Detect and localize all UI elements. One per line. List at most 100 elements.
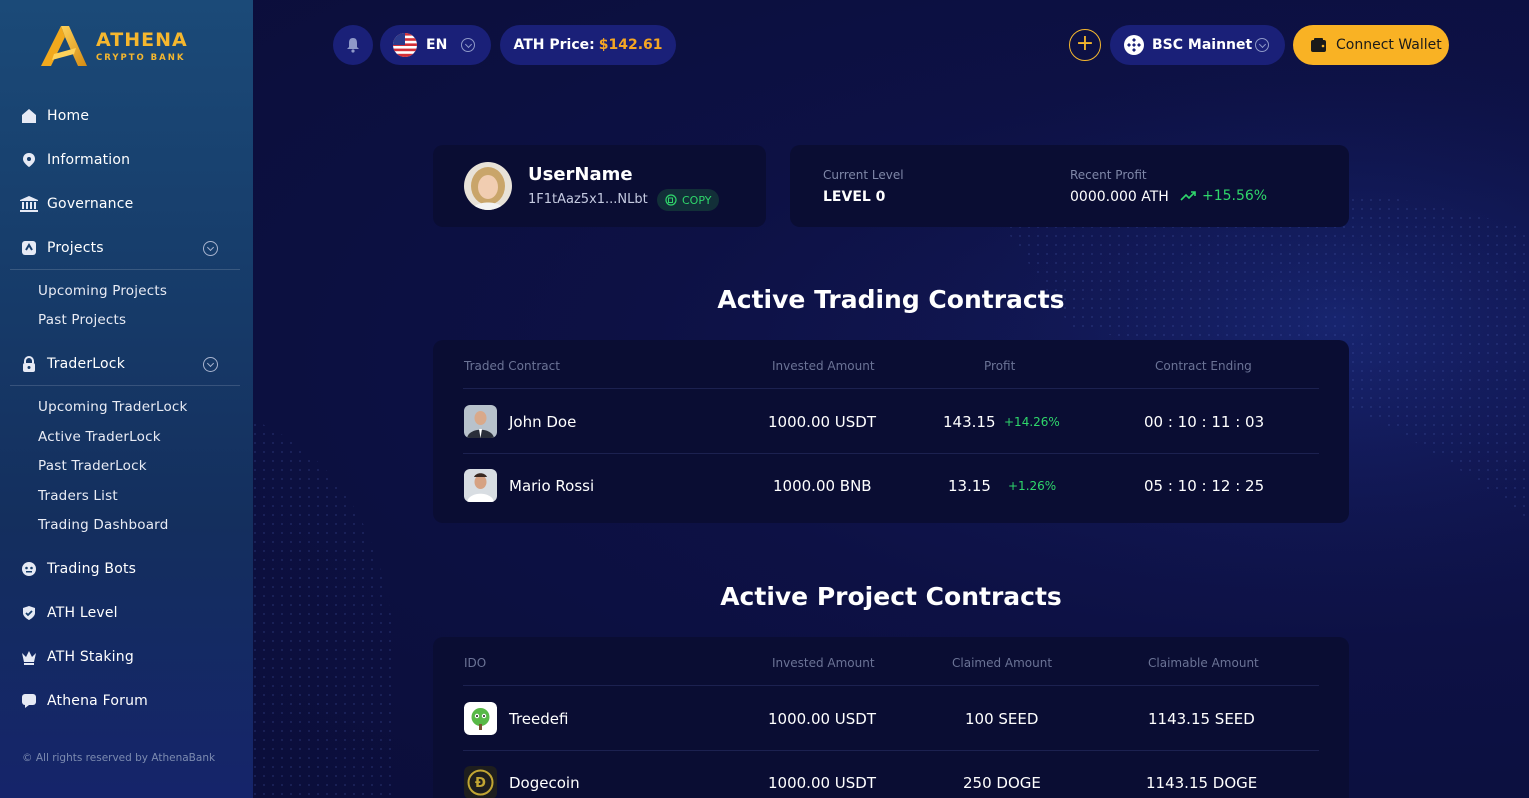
- project-name: Dogecoin: [509, 774, 580, 792]
- project-contracts-table: IDO Invested Amount Claimed Amount Claim…: [433, 637, 1349, 798]
- column-header: Invested Amount: [772, 359, 875, 373]
- divider: [463, 388, 1319, 389]
- copy-address-button[interactable]: COPY: [657, 189, 720, 211]
- copyright: © All rights reserved by AthenaBank: [22, 752, 216, 764]
- user-avatar: [464, 162, 512, 210]
- nav-label: Athena Forum: [47, 693, 148, 709]
- nav-governance[interactable]: Governance: [20, 192, 240, 216]
- column-header: Claimable Amount: [1148, 656, 1259, 670]
- profit-change-value: +15.56%: [1202, 188, 1268, 204]
- notification-button[interactable]: [333, 25, 373, 65]
- nav-home[interactable]: Home: [20, 104, 240, 128]
- chat-icon: [20, 692, 38, 710]
- athena-logo[interactable]: ATHENA CRYPTO BANK: [39, 24, 199, 70]
- trader-name: Mario Rossi: [509, 477, 595, 495]
- language-code: EN: [426, 37, 448, 53]
- level-stats-card: Current Level LEVEL 0 Recent Profit 0000…: [790, 145, 1349, 227]
- athena-logo-icon: [41, 26, 87, 66]
- nav-label: Trading Bots: [47, 561, 137, 577]
- bell-icon: [347, 38, 359, 53]
- sub-trading-dashboard[interactable]: Trading Dashboard: [38, 517, 168, 533]
- copy-label: COPY: [682, 193, 712, 207]
- invested-amount: 1000.00 USDT: [768, 710, 877, 728]
- nav-ath-level[interactable]: ATH Level: [20, 601, 240, 625]
- sub-past-projects[interactable]: Past Projects: [38, 312, 126, 328]
- profit-value: 13.15: [948, 477, 991, 495]
- divider: [463, 453, 1319, 454]
- column-header: Invested Amount: [772, 656, 875, 670]
- nav-trading-bots[interactable]: Trading Bots: [20, 557, 240, 581]
- divider: [10, 385, 240, 386]
- connect-wallet-label: Connect Wallet: [1336, 37, 1442, 53]
- recent-profit-value: 0000.000 ATH: [1070, 189, 1169, 205]
- column-header: Profit: [984, 359, 1016, 373]
- wallet-icon: [1311, 38, 1326, 52]
- chevron-down-icon: [1255, 38, 1269, 52]
- profit-change: +15.56%: [1180, 188, 1267, 204]
- chevron-down-icon[interactable]: [203, 357, 218, 372]
- nav-athena-forum[interactable]: Athena Forum: [20, 689, 240, 713]
- nav-label: ATH Level: [47, 605, 118, 621]
- ath-price-display: ATH Price: $142.61: [500, 25, 676, 65]
- main-content: EN ATH Price: $142.61 + BSC Mainnet Conn…: [253, 0, 1529, 798]
- trending-up-icon: [1180, 191, 1196, 201]
- column-header: Contract Ending: [1155, 359, 1252, 373]
- us-flag-icon: [393, 33, 417, 57]
- copy-icon: [665, 194, 677, 206]
- claimed-amount: 100 SEED: [965, 710, 1039, 728]
- info-icon: [20, 151, 38, 169]
- svg-text:Đ: Đ: [475, 776, 486, 791]
- divider: [463, 685, 1319, 686]
- column-header: Claimed Amount: [952, 656, 1053, 670]
- trading-contracts-title: Active Trading Contracts: [717, 285, 1065, 314]
- lock-icon: [20, 355, 38, 373]
- network-label: BSC Mainnet: [1152, 37, 1253, 53]
- column-header: Traded Contract: [464, 359, 560, 373]
- contract-ending: 00 : 10 : 11 : 03: [1144, 413, 1265, 431]
- brand-tagline: CRYPTO BANK: [96, 53, 186, 63]
- user-name: UserName: [528, 164, 633, 185]
- profit-percent: +1.26%: [1008, 479, 1057, 493]
- contract-ending: 05 : 10 : 12 : 25: [1144, 477, 1265, 495]
- sub-upcoming-traderlock[interactable]: Upcoming TraderLock: [38, 399, 188, 415]
- claimed-amount: 250 DOGE: [963, 774, 1041, 792]
- trader-avatar: [464, 469, 497, 502]
- nav-label: TraderLock: [47, 356, 126, 372]
- bnb-icon: [1124, 35, 1144, 55]
- chevron-down-icon[interactable]: [203, 241, 218, 256]
- home-icon: [20, 107, 38, 125]
- language-selector[interactable]: EN: [380, 25, 491, 65]
- sub-past-traderlock[interactable]: Past TraderLock: [38, 458, 147, 474]
- nav-projects[interactable]: Projects: [20, 236, 240, 260]
- sub-traders-list[interactable]: Traders List: [38, 488, 118, 504]
- nav-ath-staking[interactable]: ATH Staking: [20, 645, 240, 669]
- bot-icon: [20, 560, 38, 578]
- claimable-amount: 1143.15 DOGE: [1146, 774, 1258, 792]
- user-profile-card: UserName 1F1tAaz5x1...NLbt COPY: [433, 145, 766, 227]
- divider: [10, 269, 240, 270]
- divider: [463, 750, 1319, 751]
- trading-contracts-table: Traded Contract Invested Amount Profit C…: [433, 340, 1349, 523]
- dogecoin-logo-icon: Đ: [464, 766, 497, 798]
- current-level-label: Current Level: [823, 168, 904, 182]
- trader-avatar: [464, 405, 497, 438]
- current-level-value: LEVEL 0: [823, 189, 886, 205]
- sub-upcoming-projects[interactable]: Upcoming Projects: [38, 283, 167, 299]
- invested-amount: 1000.00 BNB: [773, 477, 872, 495]
- invested-amount: 1000.00 USDT: [768, 413, 877, 431]
- nav-traderlock[interactable]: TraderLock: [20, 352, 240, 376]
- sidebar: ATHENA CRYPTO BANK Home Information Gove…: [0, 0, 253, 798]
- network-selector[interactable]: BSC Mainnet: [1110, 25, 1285, 65]
- recent-profit-label: Recent Profit: [1070, 168, 1147, 182]
- projects-icon: [20, 239, 38, 257]
- nav-information[interactable]: Information: [20, 148, 240, 172]
- price-value: $142.61: [598, 37, 663, 53]
- price-label: ATH Price:: [513, 37, 595, 53]
- wallet-address: 1F1tAaz5x1...NLbt: [528, 192, 648, 207]
- profit-percent: +14.26%: [1004, 415, 1060, 429]
- add-button[interactable]: +: [1069, 29, 1101, 61]
- sub-active-traderlock[interactable]: Active TraderLock: [38, 429, 161, 445]
- connect-wallet-button[interactable]: Connect Wallet: [1293, 25, 1449, 65]
- project-name: Treedefi: [509, 710, 569, 728]
- treedefi-logo-icon: [464, 702, 497, 735]
